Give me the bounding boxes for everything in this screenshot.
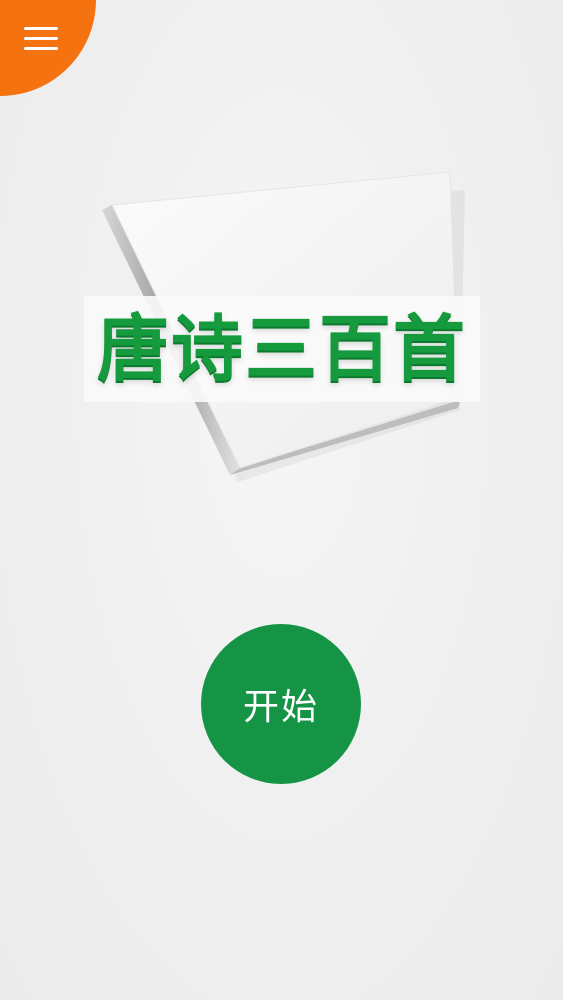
start-button[interactable]: 开始 [201, 624, 361, 784]
start-button-label: 开始 [242, 687, 319, 728]
book-title-banner: 唐诗三百首 [84, 296, 480, 402]
hamburger-menu-icon[interactable] [24, 24, 58, 52]
app-screen: 唐诗三百首 开始 [0, 0, 563, 1000]
menu-button[interactable] [0, 0, 96, 96]
book-title: 唐诗三百首 [96, 307, 467, 391]
